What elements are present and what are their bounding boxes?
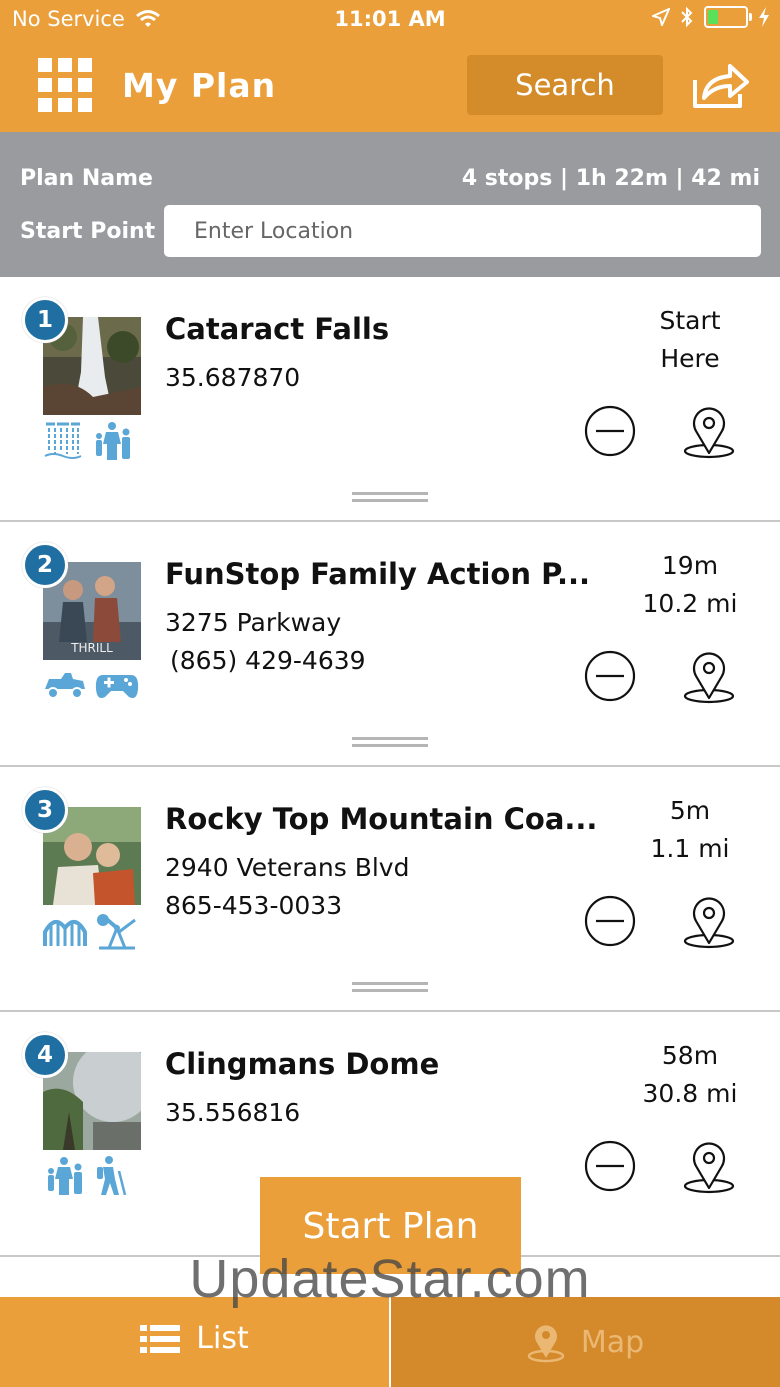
drag-handle[interactable] [352, 492, 428, 502]
map-pin-icon[interactable] [682, 893, 736, 951]
family-icon [96, 422, 130, 460]
stop-travel-info: 19m 10.2 mi [630, 547, 750, 623]
stop-name[interactable]: Cataract Falls [165, 312, 389, 346]
stop-category-icons [43, 910, 139, 950]
gamepad-icon [95, 675, 139, 698]
stop-distance: Here [660, 344, 720, 373]
go-kart-icon [45, 673, 85, 699]
stop-travel-time: 5m [669, 796, 711, 825]
stop-travel-info: Start Here [630, 302, 750, 378]
tab-list-label: List [196, 1321, 249, 1356]
watermark: UpdateStar.com [189, 1249, 591, 1309]
charging-icon [759, 7, 769, 27]
stop-travel-info: 5m 1.1 mi [630, 792, 750, 868]
ride-icon [97, 914, 136, 950]
battery-icon [704, 6, 752, 28]
stop-name[interactable]: Clingmans Dome [165, 1047, 439, 1081]
stop-travel-time: 19m [661, 551, 719, 580]
stop-number-badge: 3 [22, 787, 68, 833]
page-title: My Plan [122, 66, 277, 105]
tab-map-label: Map [580, 1324, 645, 1360]
status-bar: No Service 11:01 AM [0, 0, 780, 40]
drag-handle[interactable] [352, 982, 428, 992]
stop-detail-line: 2940 Veterans Blvd [165, 853, 410, 882]
location-arrow-icon [652, 8, 670, 26]
stop-item[interactable]: 1 Cataract Falls 35.687870 Start Here [0, 277, 780, 522]
stop-number-badge: 1 [22, 297, 68, 343]
stop-number-badge: 4 [22, 1032, 68, 1078]
bottom-tab-bar: List Map [0, 1297, 780, 1387]
map-pin-icon[interactable] [682, 648, 736, 706]
waterfall-icon [44, 422, 82, 459]
remove-stop-button[interactable] [584, 1140, 636, 1192]
map-pin-icon[interactable] [682, 403, 736, 461]
share-icon[interactable] [690, 60, 750, 110]
drag-handle[interactable] [352, 737, 428, 747]
tab-map[interactable]: Map [391, 1297, 780, 1387]
stop-distance: 10.2 mi [642, 589, 738, 618]
svg-text:THRILL: THRILL [70, 641, 113, 655]
stop-travel-info: 58m 30.8 mi [630, 1037, 750, 1113]
family-icon [48, 1157, 82, 1195]
remove-stop-button[interactable] [584, 405, 636, 457]
stop-distance: 30.8 mi [642, 1079, 738, 1108]
menu-grid-icon[interactable] [38, 58, 92, 112]
list-icon [140, 1324, 181, 1353]
hiker-icon [97, 1156, 127, 1195]
map-pin-icon[interactable] [682, 1138, 736, 1196]
stop-name[interactable]: FunStop Family Action P... [165, 557, 590, 591]
remove-stop-button[interactable] [584, 650, 636, 702]
status-right [652, 6, 770, 28]
remove-stop-button[interactable] [584, 895, 636, 947]
stop-detail-line: 35.687870 [165, 363, 301, 392]
bluetooth-icon [681, 6, 693, 28]
stop-distance: 1.1 mi [650, 834, 730, 863]
stop-number-badge: 2 [22, 542, 68, 588]
search-button[interactable]: Search [467, 55, 663, 115]
start-point-label: Start Point [20, 219, 156, 244]
start-location-input[interactable] [164, 205, 761, 257]
stop-category-icons [43, 420, 133, 460]
app-header: My Plan Search [0, 40, 780, 132]
stop-travel-time: Start [659, 306, 721, 335]
plan-stats: 4 stops | 1h 22m | 42 mi [461, 166, 760, 191]
stop-category-icons [43, 665, 139, 705]
stop-detail-line: 35.556816 [165, 1098, 301, 1127]
stop-item[interactable]: THRILL 2 FunStop Family Action P... 3275… [0, 522, 780, 767]
plan-info-bar: Plan Name 4 stops | 1h 22m | 42 mi Start… [0, 132, 780, 277]
stop-category-icons [43, 1155, 129, 1195]
map-pin-tab-icon [527, 1325, 565, 1363]
stop-name[interactable]: Rocky Top Mountain Coa... [165, 802, 597, 836]
stop-detail-line: 3275 Parkway [165, 608, 342, 637]
tab-list[interactable]: List [0, 1297, 391, 1387]
stop-travel-time: 58m [661, 1041, 719, 1070]
roller-coaster-icon [43, 920, 87, 946]
stop-phone[interactable]: 865-453-0033 [165, 891, 342, 920]
stop-item[interactable]: 3 Rocky Top Mountain Coa... 2940 Veteran… [0, 767, 780, 1012]
plan-name-label[interactable]: Plan Name [20, 166, 153, 191]
stop-phone[interactable]: (865) 429-4639 [170, 646, 366, 675]
